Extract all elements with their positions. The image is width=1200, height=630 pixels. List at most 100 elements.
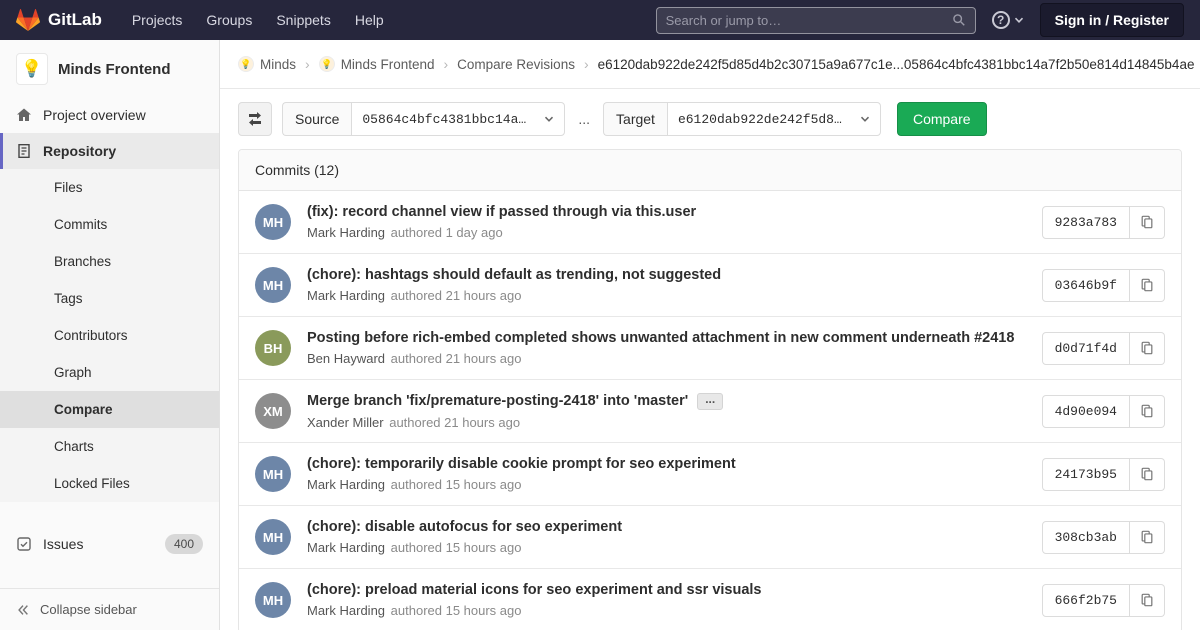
commit-sha-group: 24173b95 bbox=[1042, 458, 1165, 491]
copy-sha-button[interactable] bbox=[1130, 269, 1165, 302]
gitlab-home-link[interactable]: GitLab bbox=[16, 8, 102, 32]
author-avatar[interactable]: MH bbox=[255, 456, 291, 492]
sidebar-item-files[interactable]: Files bbox=[0, 169, 219, 206]
author-avatar[interactable]: MH bbox=[255, 267, 291, 303]
commit-authored-time: authored 15 hours ago bbox=[391, 477, 522, 492]
clipboard-icon bbox=[1140, 530, 1154, 544]
project-name: Minds Frontend bbox=[58, 61, 171, 78]
repository-icon bbox=[16, 143, 32, 159]
chevron-down-icon bbox=[544, 114, 554, 124]
nav-link-projects[interactable]: Projects bbox=[120, 0, 195, 40]
commit-author-link[interactable]: Mark Harding bbox=[307, 225, 385, 240]
commit-sha-group: 308cb3ab bbox=[1042, 521, 1165, 554]
sidebar-item-project-overview[interactable]: Project overview bbox=[0, 97, 219, 133]
author-avatar[interactable]: MH bbox=[255, 519, 291, 555]
commit-sha-group: 9283a783 bbox=[1042, 206, 1165, 239]
nav-link-snippets[interactable]: Snippets bbox=[264, 0, 342, 40]
commit-meta: Mark Harding authored 1 day ago bbox=[307, 225, 1026, 240]
author-avatar[interactable]: MH bbox=[255, 582, 291, 618]
chevron-down-icon bbox=[1014, 15, 1024, 25]
commit-title-link[interactable]: (chore): hashtags should default as tren… bbox=[307, 267, 721, 283]
commit-sha-link[interactable]: 03646b9f bbox=[1042, 269, 1130, 302]
breadcrumb-item-minds[interactable]: 💡 Minds bbox=[238, 56, 296, 72]
sidebar-item-compare[interactable]: Compare bbox=[0, 391, 219, 428]
commit-title-link[interactable]: Posting before rich-embed completed show… bbox=[307, 330, 1014, 346]
commit-author-link[interactable]: Mark Harding bbox=[307, 603, 385, 618]
copy-sha-button[interactable] bbox=[1130, 395, 1165, 428]
commit-meta: Mark Harding authored 15 hours ago bbox=[307, 540, 1026, 555]
commit-row: MH (chore): hashtags should default as t… bbox=[239, 254, 1181, 317]
sign-in-register-button[interactable]: Sign in / Register bbox=[1040, 3, 1184, 37]
target-label: Target bbox=[603, 102, 667, 136]
commits-panel-header: Commits (12) bbox=[239, 150, 1181, 191]
sidebar-item-label: Repository bbox=[43, 143, 116, 159]
gitlab-logo-text: GitLab bbox=[48, 10, 102, 30]
commit-meta: Ben Hayward authored 21 hours ago bbox=[307, 351, 1026, 366]
global-search[interactable] bbox=[656, 7, 976, 34]
sidebar-item-issues[interactable]: Issues 400 bbox=[0, 524, 219, 564]
sidebar-item-contributors[interactable]: Contributors bbox=[0, 317, 219, 354]
target-revision-dropdown[interactable]: e6120dab922de242f5d8… bbox=[667, 102, 881, 136]
sidebar-item-graph[interactable]: Graph bbox=[0, 354, 219, 391]
commit-title-link[interactable]: (chore): preload material icons for seo … bbox=[307, 582, 761, 598]
home-icon bbox=[16, 107, 32, 123]
commit-sha-link[interactable]: 4d90e094 bbox=[1042, 395, 1130, 428]
commit-sha-group: 666f2b75 bbox=[1042, 584, 1165, 617]
compare-revisions-form: Source 05864c4bfc4381bbc14a… ... Target … bbox=[220, 89, 1200, 149]
copy-sha-button[interactable] bbox=[1130, 332, 1165, 365]
top-navbar: GitLab Projects Groups Snippets Help ? S… bbox=[0, 0, 1200, 40]
sidebar-item-locked-files[interactable]: Locked Files bbox=[0, 465, 219, 502]
commit-sha-link[interactable]: d0d71f4d bbox=[1042, 332, 1130, 365]
commit-author-link[interactable]: Mark Harding bbox=[307, 477, 385, 492]
copy-sha-button[interactable] bbox=[1130, 458, 1165, 491]
copy-sha-button[interactable] bbox=[1130, 521, 1165, 554]
sidebar-item-commits[interactable]: Commits bbox=[0, 206, 219, 243]
commit-author-link[interactable]: Mark Harding bbox=[307, 288, 385, 303]
author-avatar[interactable]: BH bbox=[255, 330, 291, 366]
commit-meta: Mark Harding authored 21 hours ago bbox=[307, 288, 1026, 303]
author-avatar[interactable]: XM bbox=[255, 393, 291, 429]
source-revision-dropdown[interactable]: 05864c4bfc4381bbc14a… bbox=[351, 102, 565, 136]
sidebar-item-branches[interactable]: Branches bbox=[0, 243, 219, 280]
group-avatar-icon: 💡 bbox=[238, 56, 254, 72]
project-avatar[interactable]: 💡 bbox=[16, 53, 48, 85]
commit-title-link[interactable]: (chore): temporarily disable cookie prom… bbox=[307, 456, 736, 472]
commit-authored-time: authored 15 hours ago bbox=[391, 603, 522, 618]
commit-sha-group: 4d90e094 bbox=[1042, 395, 1165, 428]
commit-sha-link[interactable]: 308cb3ab bbox=[1042, 521, 1130, 554]
repository-section: Repository Files Commits Branches Tags C… bbox=[0, 133, 219, 502]
commit-title-link[interactable]: Merge branch 'fix/premature-posting-2418… bbox=[307, 393, 688, 409]
compare-button[interactable]: Compare bbox=[897, 102, 987, 136]
commit-authored-time: authored 1 day ago bbox=[391, 225, 503, 240]
commit-sha-link[interactable]: 24173b95 bbox=[1042, 458, 1130, 491]
commit-sha-group: 03646b9f bbox=[1042, 269, 1165, 302]
sidebar-item-charts[interactable]: Charts bbox=[0, 428, 219, 465]
commit-author-link[interactable]: Xander Miller bbox=[307, 415, 384, 430]
search-icon bbox=[952, 13, 966, 27]
breadcrumb: 💡 Minds › 💡 Minds Frontend › Compare Rev… bbox=[220, 40, 1200, 89]
search-input[interactable] bbox=[666, 13, 952, 28]
commit-author-link[interactable]: Ben Hayward bbox=[307, 351, 385, 366]
collapse-sidebar-button[interactable]: Collapse sidebar bbox=[0, 588, 219, 630]
nav-link-groups[interactable]: Groups bbox=[194, 0, 264, 40]
expand-commit-message-button[interactable]: ... bbox=[697, 393, 723, 410]
commit-author-link[interactable]: Mark Harding bbox=[307, 540, 385, 555]
sidebar-item-repository[interactable]: Repository bbox=[0, 133, 219, 169]
commit-row: MH (chore): temporarily disable cookie p… bbox=[239, 443, 1181, 506]
commit-sha-group: d0d71f4d bbox=[1042, 332, 1165, 365]
commit-sha-link[interactable]: 666f2b75 bbox=[1042, 584, 1130, 617]
copy-sha-button[interactable] bbox=[1130, 206, 1165, 239]
commit-title-link[interactable]: (chore): disable autofocus for seo exper… bbox=[307, 519, 622, 535]
sidebar-item-tags[interactable]: Tags bbox=[0, 280, 219, 317]
help-menu-button[interactable]: ? bbox=[992, 11, 1024, 29]
commit-title-link[interactable]: (fix): record channel view if passed thr… bbox=[307, 204, 696, 220]
nav-link-help[interactable]: Help bbox=[343, 0, 396, 40]
breadcrumb-item-minds-frontend[interactable]: 💡 Minds Frontend bbox=[319, 56, 435, 72]
commit-info: (chore): hashtags should default as tren… bbox=[307, 267, 1026, 303]
swap-revisions-button[interactable] bbox=[238, 102, 272, 136]
commit-sha-link[interactable]: 9283a783 bbox=[1042, 206, 1130, 239]
commit-meta: Xander Miller authored 21 hours ago bbox=[307, 415, 1026, 430]
author-avatar[interactable]: MH bbox=[255, 204, 291, 240]
copy-sha-button[interactable] bbox=[1130, 584, 1165, 617]
breadcrumb-item-compare-revisions[interactable]: Compare Revisions bbox=[457, 57, 575, 72]
